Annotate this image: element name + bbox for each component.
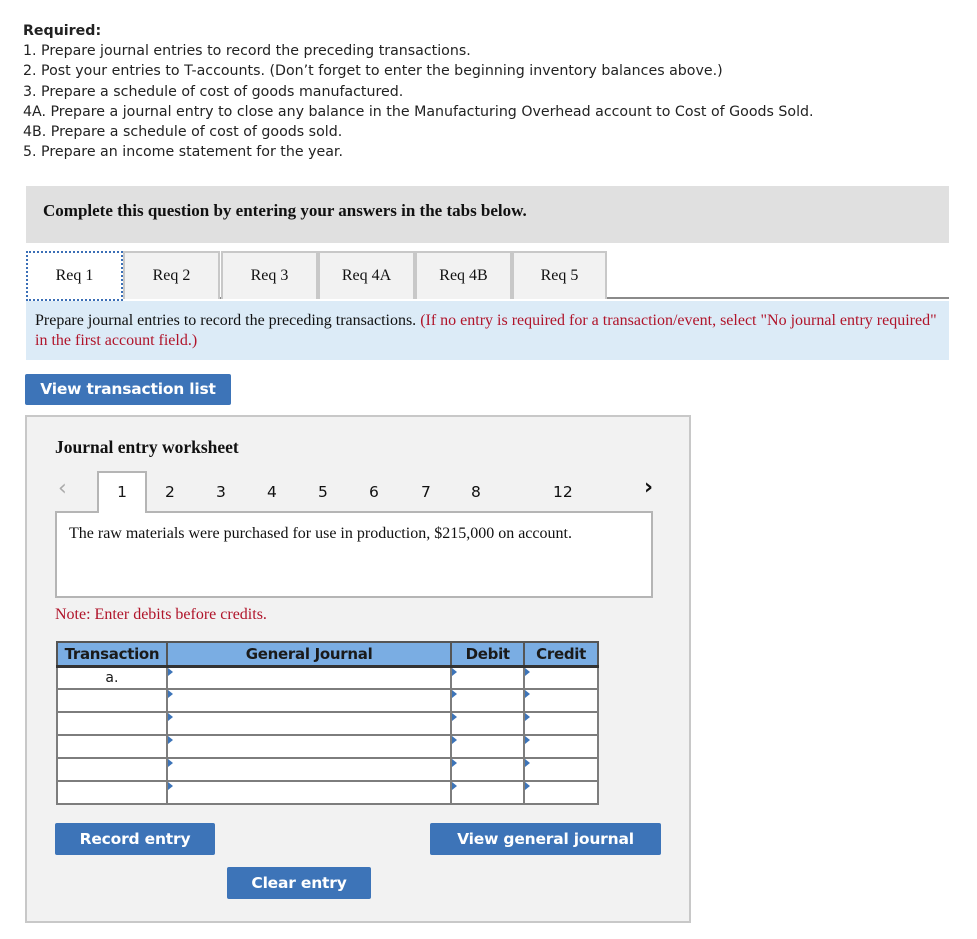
page-tab-5[interactable]: 5 (318, 483, 328, 501)
debit-input[interactable] (450, 711, 526, 736)
input-indicator-icon (525, 782, 531, 790)
chevron-left-icon[interactable]: ‹ (58, 476, 67, 501)
dropdown-indicator-icon (167, 782, 173, 790)
page-tab-6[interactable]: 6 (369, 483, 379, 501)
input-indicator-icon (525, 759, 531, 767)
dropdown-indicator-icon (167, 713, 173, 721)
input-indicator-icon (525, 667, 531, 676)
input-indicator-icon (525, 713, 531, 721)
table-row (56, 711, 599, 736)
clear-entry-button[interactable]: Clear entry (227, 867, 371, 899)
required-item: 1. Prepare journal entries to record the… (23, 43, 471, 60)
chevron-right-icon[interactable]: › (644, 475, 653, 500)
transaction-cell (56, 757, 168, 782)
input-indicator-icon (452, 690, 458, 698)
dropdown-indicator-icon (167, 736, 173, 744)
account-select[interactable] (165, 665, 453, 690)
input-indicator-icon (452, 667, 458, 676)
input-indicator-icon (452, 736, 458, 744)
transaction-cell (56, 734, 168, 759)
table-row: a. (56, 665, 599, 690)
table-row (56, 757, 599, 782)
credit-input[interactable] (523, 780, 599, 805)
instruction-text: Prepare journal entries to record the pr… (35, 312, 417, 329)
tab-req-4b[interactable]: Req 4B (415, 251, 512, 299)
required-item: 5. Prepare an income statement for the y… (23, 144, 343, 161)
transaction-cell (56, 780, 168, 805)
required-item: 2. Post your entries to T-accounts. (Don… (23, 63, 723, 80)
journal-entry-worksheet: Journal entry worksheet ‹ 1 2 3 4 5 6 7 … (25, 415, 691, 923)
transaction-description: The raw materials were purchased for use… (55, 511, 653, 598)
debit-input[interactable] (450, 688, 526, 713)
tab-req-5[interactable]: Req 5 (512, 251, 607, 299)
transaction-cell (56, 688, 168, 713)
page-tab-12[interactable]: 12 (553, 483, 573, 501)
debit-input[interactable] (450, 757, 526, 782)
debit-input[interactable] (450, 780, 526, 805)
banner-text: Complete this question by entering your … (43, 201, 527, 220)
dropdown-indicator-icon (167, 759, 173, 767)
view-transaction-list-button[interactable]: View transaction list (25, 374, 231, 405)
record-entry-button[interactable]: Record entry (55, 823, 215, 855)
tab-req-1[interactable]: Req 1 (26, 251, 123, 301)
column-header-debit: Debit (450, 641, 526, 668)
page-tab-1[interactable]: 1 (97, 471, 147, 513)
page-tab-4[interactable]: 4 (267, 483, 277, 501)
input-indicator-icon (525, 690, 531, 698)
table-row (56, 734, 599, 759)
page-tab-3[interactable]: 3 (216, 483, 226, 501)
account-select[interactable] (165, 711, 453, 736)
tab-req-4a[interactable]: Req 4A (318, 251, 415, 299)
debit-input[interactable] (450, 734, 526, 759)
input-indicator-icon (452, 759, 458, 767)
column-header-transaction: Transaction (56, 641, 168, 668)
transaction-cell: a. (56, 665, 168, 690)
input-indicator-icon (452, 713, 458, 721)
worksheet-title: Journal entry worksheet (55, 437, 239, 457)
page-tab-2[interactable]: 2 (165, 483, 175, 501)
credit-input[interactable] (523, 734, 599, 759)
page-tab-7[interactable]: 7 (421, 483, 431, 501)
required-section: Required: 1. Prepare journal entries to … (23, 21, 814, 162)
credit-input[interactable] (523, 757, 599, 782)
account-select[interactable] (165, 757, 453, 782)
transaction-cell (56, 711, 168, 736)
table-row (56, 780, 599, 805)
dropdown-indicator-icon (167, 667, 173, 676)
page-tab-8[interactable]: 8 (471, 483, 481, 501)
required-item: 4B. Prepare a schedule of cost of goods … (23, 124, 343, 141)
required-item: 4A. Prepare a journal entry to close any… (23, 103, 814, 120)
account-select[interactable] (165, 688, 453, 713)
tab-req-3[interactable]: Req 3 (221, 251, 318, 299)
view-general-journal-button[interactable]: View general journal (430, 823, 661, 855)
journal-table: Transaction General Journal Debit Credit… (56, 641, 599, 805)
input-indicator-icon (525, 736, 531, 744)
table-row (56, 688, 599, 713)
dropdown-indicator-icon (167, 690, 173, 698)
input-indicator-icon (452, 782, 458, 790)
credit-input[interactable] (523, 711, 599, 736)
debit-input[interactable] (450, 665, 526, 690)
required-title: Required: (23, 23, 102, 39)
instructions-banner: Complete this question by entering your … (26, 186, 949, 243)
column-header-general-journal: General Journal (165, 641, 453, 668)
debit-credit-note: Note: Enter debits before credits. (55, 606, 267, 623)
instruction-panel: Prepare journal entries to record the pr… (26, 301, 949, 360)
required-item: 3. Prepare a schedule of cost of goods m… (23, 83, 404, 100)
credit-input[interactable] (523, 665, 599, 690)
journal-header-row: Transaction General Journal Debit Credit (56, 641, 599, 668)
column-header-credit: Credit (523, 641, 599, 668)
tab-req-2[interactable]: Req 2 (123, 251, 220, 299)
account-select[interactable] (165, 780, 453, 805)
credit-input[interactable] (523, 688, 599, 713)
requirement-tabs: Req 1 Req 2 Req 3 Req 4A Req 4B Req 5 (26, 251, 949, 301)
account-select[interactable] (165, 734, 453, 759)
